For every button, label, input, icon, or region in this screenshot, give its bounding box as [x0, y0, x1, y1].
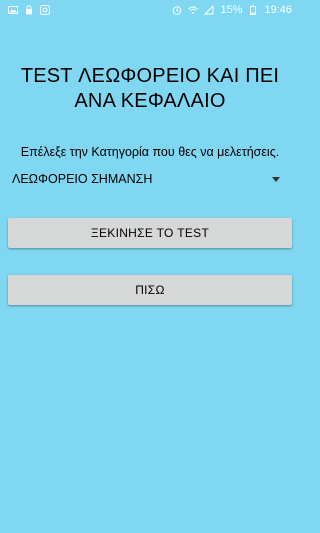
dropdown-arrow-icon	[272, 176, 280, 182]
category-prompt: Επέλεξε την Κατηγορία που θες να μελετήσ…	[20, 145, 280, 159]
battery-icon	[248, 5, 258, 15]
alarm-icon	[172, 5, 182, 15]
image-icon	[8, 5, 18, 15]
wifi-icon	[188, 5, 199, 15]
page-title: TEST ΛΕΩΦΟΡΕΙΟ ΚΑΙ ΠΕΙ ΑΝΑ ΚΕΦΑΛΑΙΟ	[20, 65, 280, 112]
start-test-button[interactable]: ΞΕΚΙΝΗΣΕ ΤΟ TEST	[8, 218, 292, 248]
clock: 19:46	[264, 4, 292, 16]
battery-percent: 15%	[220, 4, 243, 16]
category-selected-value: ΛΕΩΦΟΡΕΙΟ ΣΗΜΑΝΣΗ	[12, 172, 153, 186]
status-left	[8, 5, 50, 15]
status-right: 15% 19:46	[172, 4, 292, 16]
status-bar: 15% 19:46	[0, 0, 300, 20]
camera-icon	[40, 5, 50, 15]
lock-icon	[24, 5, 34, 15]
category-dropdown[interactable]: ΛΕΩΦΟΡΕΙΟ ΣΗΜΑΝΣΗ	[8, 168, 292, 190]
back-button[interactable]: ΠΙΣΩ	[8, 275, 292, 305]
signal-icon	[204, 5, 214, 15]
